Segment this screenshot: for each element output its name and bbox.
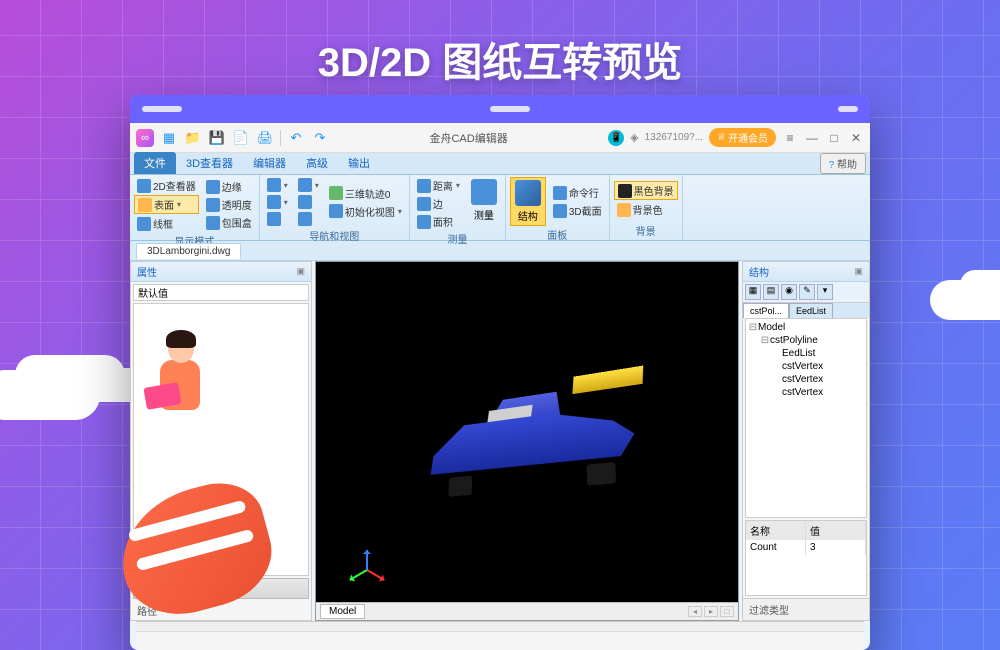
axis-gizmo	[346, 550, 386, 590]
ribbon-tabs: 文件 3D查看器 编辑器 高级 输出 ? 帮助	[130, 153, 870, 175]
help-button[interactable]: ? 帮助	[820, 153, 866, 174]
minimize-button[interactable]: —	[804, 131, 820, 145]
tree-btn[interactable]: ✎	[799, 284, 815, 300]
3d-viewport[interactable]: Model ◂▸□	[315, 261, 739, 621]
ribbon-zoom-icon3[interactable]	[295, 211, 322, 227]
ribbon-zoom-icon2[interactable]	[295, 194, 322, 210]
panel-collapse-icon[interactable]: ▣	[854, 266, 863, 277]
app-logo-icon: ∞	[136, 129, 154, 147]
print-icon[interactable]: 🖨	[256, 129, 274, 147]
ribbon-transparency[interactable]: 透明度	[203, 196, 255, 213]
structure-panel: 结构 ▣ ▦ ▤ ◉ ✎ ▾ cstPol... EedList ⊟Model⊟c…	[742, 261, 870, 621]
titlebar: ∞ ▦ 📁 💾 📄 🖨 ↶ ↷ 金舟CAD编辑器 📱 ◈ 13267109?..…	[130, 123, 870, 153]
ribbon-black-bg[interactable]: 黑色背景	[614, 181, 678, 200]
ribbon-area[interactable]: 面积	[414, 213, 463, 230]
vip-button[interactable]: ♕开通会员	[709, 128, 776, 147]
viewport-nav[interactable]: ◂▸□	[688, 606, 734, 617]
command-bar[interactable]	[136, 621, 864, 650]
ribbon-zoom-icon[interactable]: ▾	[295, 177, 322, 193]
ribbon-group-measure: 测量	[414, 230, 501, 246]
tree-node[interactable]: cstVertex	[748, 386, 864, 399]
properties-title: 属性	[137, 264, 157, 279]
3d-model-car	[417, 369, 660, 495]
cloud-decoration	[930, 280, 1000, 320]
ribbon-bounding-box[interactable]: 包围盒	[203, 214, 255, 231]
settings-icon[interactable]: ≡	[782, 131, 798, 145]
tree-tab-polyline[interactable]: cstPol...	[743, 303, 789, 318]
tab-file[interactable]: 文件	[134, 152, 176, 174]
ribbon-nav-icon2[interactable]: ▾	[264, 194, 291, 210]
ribbon-group-bg: 背景	[614, 222, 678, 238]
redo-icon[interactable]: ↷	[311, 129, 329, 147]
hero-title: 3D/2D 图纸互转预览	[318, 30, 683, 88]
ribbon-toolbar: 2D查看器 表面▾ 线框 边缘 透明度 包围盒 显示模式 ▾ ▾	[130, 175, 870, 241]
save-icon[interactable]: 💾	[208, 129, 226, 147]
panel-collapse-icon[interactable]: ▣	[296, 266, 305, 277]
phone-icon[interactable]: 📱	[608, 130, 624, 146]
new-file-icon[interactable]: ▦	[160, 129, 178, 147]
structure-title: 结构	[749, 264, 769, 279]
app-title: 金舟CAD编辑器	[335, 130, 602, 146]
property-grid: 名称值 Count3	[745, 520, 867, 596]
mascot-illustration	[100, 390, 300, 610]
diamond-icon: ◈	[630, 131, 638, 144]
ribbon-nav-icon3[interactable]	[264, 211, 291, 227]
tree-btn[interactable]: ▾	[817, 284, 833, 300]
ribbon-cmdline[interactable]: 命令行	[550, 184, 605, 201]
ribbon-orbit[interactable]: 三维轨迹0	[326, 185, 405, 202]
maximize-button[interactable]: □	[826, 131, 842, 145]
structure-tree[interactable]: ⊟Model⊟cstPolylineEedListcstVertexcstVer…	[745, 318, 867, 518]
ribbon-measure-big[interactable]: 测量	[467, 177, 501, 230]
ribbon-3d-section[interactable]: 3D截面	[550, 202, 605, 219]
tab-editor[interactable]: 编辑器	[243, 152, 296, 174]
ribbon-group-nav: 导航和视图	[264, 227, 405, 243]
tree-tab-eedlist[interactable]: EedList	[789, 303, 833, 318]
close-button[interactable]: ✕	[848, 131, 864, 145]
tree-node[interactable]: EedList	[748, 347, 864, 360]
ribbon-nav-icon[interactable]: ▾	[264, 177, 291, 193]
ribbon-structure-big[interactable]: 结构	[510, 177, 546, 226]
tree-btn[interactable]: ◉	[781, 284, 797, 300]
property-default-input[interactable]	[133, 284, 309, 301]
undo-icon[interactable]: ↶	[287, 129, 305, 147]
tab-output[interactable]: 输出	[338, 152, 380, 174]
ribbon-group-panel: 面板	[510, 226, 605, 242]
tree-node[interactable]: ⊟Model	[748, 321, 864, 334]
ribbon-2d-viewer[interactable]: 2D查看器	[134, 177, 199, 194]
tab-advanced[interactable]: 高级	[296, 152, 338, 174]
ribbon-edge[interactable]: 边缘	[203, 178, 255, 195]
tree-node[interactable]: cstVertex	[748, 360, 864, 373]
export-pdf-icon[interactable]: 📄	[232, 129, 250, 147]
cloud-decoration	[0, 370, 100, 420]
tab-3d-viewer[interactable]: 3D查看器	[176, 152, 243, 174]
ribbon-bg-color[interactable]: 背景色	[614, 201, 678, 218]
phone-number: 13267109?...	[645, 132, 703, 143]
tree-btn[interactable]: ▦	[745, 284, 761, 300]
document-tab[interactable]: 3DLamborgini.dwg	[136, 243, 241, 259]
ribbon-wireframe[interactable]: 线框	[134, 215, 199, 232]
filter-label: 过滤类型	[743, 598, 869, 620]
browser-chrome	[130, 95, 870, 123]
tree-node[interactable]: ⊟cstPolyline	[748, 334, 864, 347]
ribbon-reset-view[interactable]: 初始化视图▾	[326, 203, 405, 220]
open-file-icon[interactable]: 📁	[184, 129, 202, 147]
viewport-tab-model[interactable]: Model	[320, 604, 365, 619]
tree-toolbar: ▦ ▤ ◉ ✎ ▾	[743, 282, 869, 303]
ribbon-edge-measure[interactable]: 边	[414, 195, 463, 212]
ribbon-surface[interactable]: 表面▾	[134, 195, 199, 214]
tree-node[interactable]: cstVertex	[748, 373, 864, 386]
ribbon-distance[interactable]: 距离▾	[414, 177, 463, 194]
tree-btn[interactable]: ▤	[763, 284, 779, 300]
